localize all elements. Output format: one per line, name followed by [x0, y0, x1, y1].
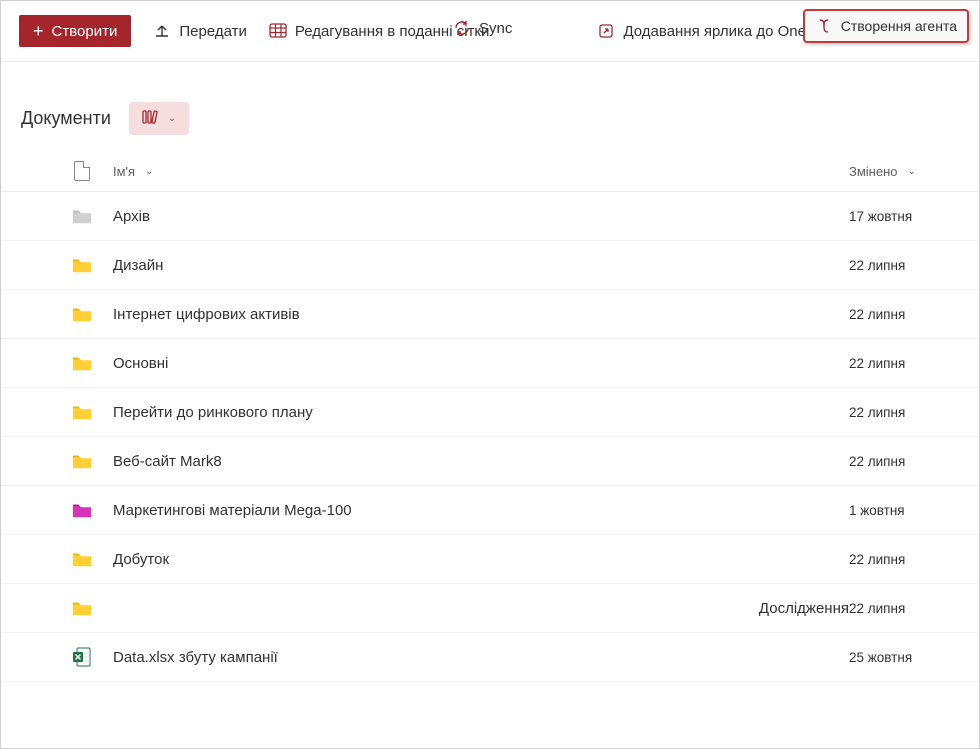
column-name-label: Ім'я — [113, 164, 135, 179]
create-agent-button[interactable]: Створення агента — [803, 9, 969, 43]
folder-gray-icon — [71, 205, 93, 227]
folder-yellow-icon — [71, 254, 93, 276]
create-button[interactable]: + Створити — [19, 15, 131, 47]
upload-button[interactable]: Передати — [153, 22, 247, 40]
toolbar: + Створити Передати Редагування в поданн… — [1, 1, 979, 62]
page-title: Документи — [21, 108, 111, 129]
sync-button[interactable]: Sync — [453, 19, 512, 37]
plus-icon: + — [33, 22, 44, 40]
chevron-down-icon: ⌄ — [908, 166, 916, 177]
grid-icon — [269, 22, 287, 40]
list-item[interactable]: Веб-сайт Mark822 липня — [1, 437, 979, 486]
folder-yellow-icon — [71, 352, 93, 374]
item-name[interactable]: Data.xlsx збуту кампанії — [113, 649, 849, 666]
column-name[interactable]: Ім'я ⌄ — [113, 164, 849, 179]
sync-label: Sync — [479, 20, 512, 37]
item-modified: 22 липня — [849, 356, 959, 371]
item-modified: 22 липня — [849, 307, 959, 322]
column-type-icon[interactable] — [71, 161, 93, 181]
item-name[interactable]: Основні — [113, 355, 849, 372]
item-modified: 25 жовтня — [849, 650, 959, 665]
item-modified: 22 липня — [849, 552, 959, 567]
list-item[interactable]: Data.xlsx збуту кампанії25 жовтня — [1, 633, 979, 682]
chevron-down-icon: ⌄ — [168, 113, 176, 124]
item-name[interactable]: Дизайн — [113, 257, 849, 274]
item-modified: 1 жовтня — [849, 503, 959, 518]
document-icon — [74, 161, 90, 181]
create-agent-label: Створення агента — [841, 18, 957, 34]
column-modified-label: Змінено — [849, 164, 898, 179]
shortcut-icon — [597, 22, 615, 40]
list-item[interactable]: Архів17 жовтня — [1, 192, 979, 241]
copilot-icon — [815, 17, 833, 35]
item-modified: 22 липня — [849, 601, 959, 616]
folder-yellow-icon — [71, 450, 93, 472]
list-item[interactable]: Основні22 липня — [1, 339, 979, 388]
chevron-down-icon: ⌄ — [145, 166, 153, 177]
list-item[interactable]: Маркетингові матеріали Mega-1001 жовтня — [1, 486, 979, 535]
column-headers: Ім'я ⌄ Змінено ⌄ — [1, 151, 979, 192]
upload-icon — [153, 22, 171, 40]
list-item[interactable]: Дослідження22 липня — [1, 584, 979, 633]
folder-magenta-icon — [71, 499, 93, 521]
view-switcher[interactable]: ⌄ — [129, 102, 189, 135]
list-item[interactable]: Добуток22 липня — [1, 535, 979, 584]
item-name[interactable]: Архів — [113, 208, 849, 225]
views-icon — [142, 109, 160, 128]
document-list: Архів17 жовтня Дизайн22 липня Інтернет ц… — [1, 192, 979, 682]
item-name[interactable]: Добуток — [113, 551, 849, 568]
list-item[interactable]: Дизайн22 липня — [1, 241, 979, 290]
list-item[interactable]: Перейти до ринкового плану22 липня — [1, 388, 979, 437]
excel-icon — [71, 646, 93, 668]
list-item[interactable]: Інтернет цифрових активів22 липня — [1, 290, 979, 339]
item-name[interactable]: Перейти до ринкового плану — [113, 404, 849, 421]
item-modified: 17 жовтня — [849, 209, 959, 224]
folder-yellow-icon — [71, 597, 93, 619]
create-button-label: Створити — [52, 23, 118, 40]
item-name[interactable]: Інтернет цифрових активів — [113, 306, 849, 323]
item-modified: 22 липня — [849, 405, 959, 420]
item-name[interactable]: Маркетингові матеріали Mega-100 — [113, 502, 849, 519]
library-header: Документи ⌄ — [1, 62, 979, 151]
column-modified[interactable]: Змінено ⌄ — [849, 164, 959, 179]
folder-yellow-icon — [71, 401, 93, 423]
item-name[interactable]: Дослідження — [113, 600, 849, 617]
folder-yellow-icon — [71, 303, 93, 325]
folder-yellow-icon — [71, 548, 93, 570]
item-name[interactable]: Веб-сайт Mark8 — [113, 453, 849, 470]
item-modified: 22 липня — [849, 454, 959, 469]
sync-icon — [453, 19, 471, 37]
upload-label: Передати — [179, 23, 247, 40]
item-modified: 22 липня — [849, 258, 959, 273]
